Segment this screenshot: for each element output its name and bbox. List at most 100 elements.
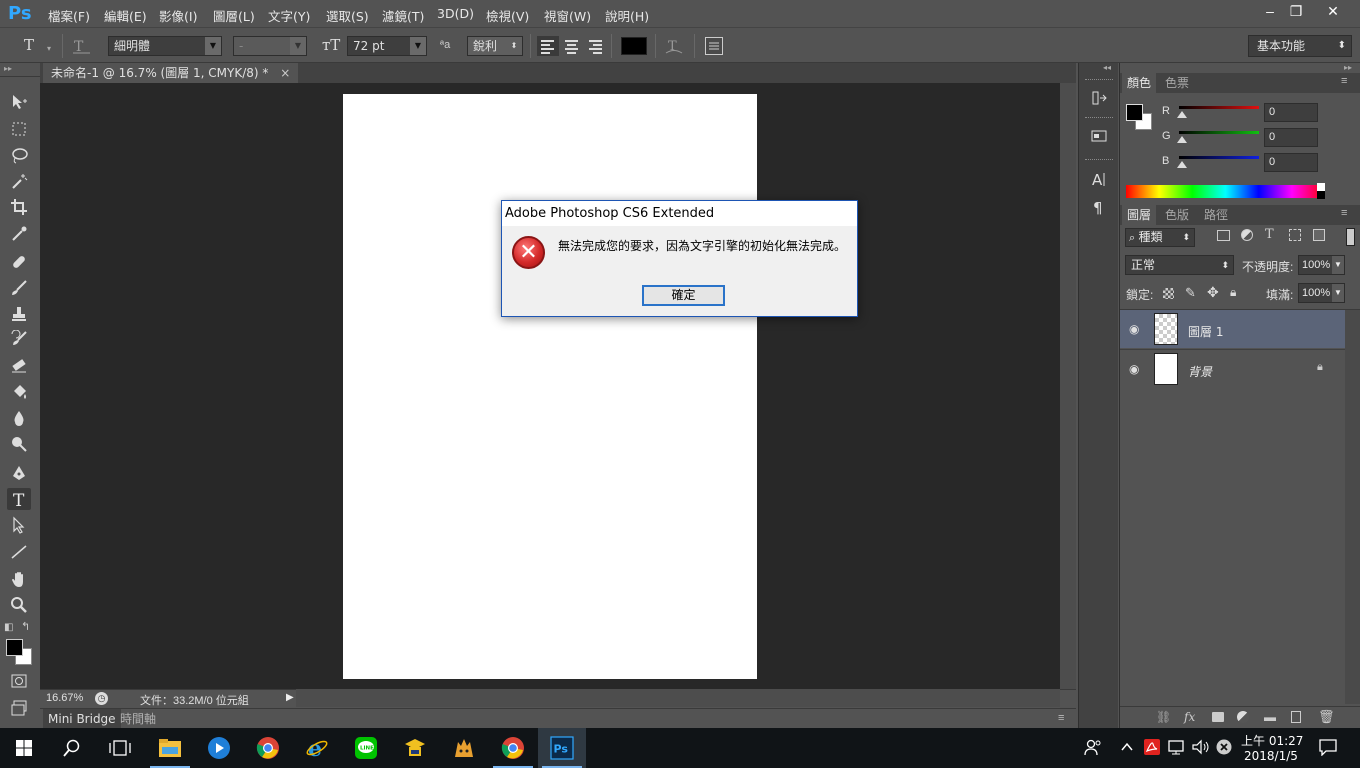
new-group-icon[interactable]: ▬ bbox=[1264, 710, 1276, 724]
people-icon[interactable] bbox=[1084, 738, 1102, 759]
panel-collapse-icon[interactable]: ▸▸ bbox=[1344, 63, 1352, 72]
spectrum-black-swatch[interactable] bbox=[1317, 191, 1325, 199]
menu-3d[interactable]: 3D(D) bbox=[437, 6, 474, 21]
horizontal-scrollbar[interactable] bbox=[296, 689, 1060, 707]
workspace-dropdown[interactable]: 基本功能 ⬍ bbox=[1248, 35, 1352, 57]
character-panel-icon[interactable] bbox=[705, 37, 723, 55]
dodge-tool-icon[interactable] bbox=[7, 433, 31, 455]
crop-tool-icon[interactable] bbox=[7, 196, 31, 218]
layer-name[interactable]: 背景 bbox=[1188, 363, 1212, 380]
history-panel-icon[interactable] bbox=[1087, 87, 1111, 109]
menu-edit[interactable]: 編輯(E) bbox=[104, 6, 147, 25]
screen-mode-icon[interactable] bbox=[7, 697, 31, 719]
clone-stamp-tool-icon[interactable] bbox=[7, 303, 31, 325]
paragraph-panel-icon[interactable]: ¶ bbox=[1087, 196, 1111, 218]
trash-icon[interactable]: 🗑︎ bbox=[1318, 709, 1335, 725]
layer-name[interactable]: 圖層 1 bbox=[1188, 323, 1223, 340]
blend-mode-dropdown[interactable]: 正常 ⬍ bbox=[1125, 255, 1234, 275]
menu-view[interactable]: 檢視(V) bbox=[486, 6, 529, 25]
tab-swatches[interactable]: 色票 bbox=[1160, 73, 1194, 93]
hand-tool-icon[interactable] bbox=[7, 568, 31, 590]
magic-wand-tool-icon[interactable] bbox=[7, 170, 31, 192]
spectrum-white-swatch[interactable] bbox=[1317, 183, 1325, 191]
menu-file[interactable]: 檔案(F) bbox=[48, 6, 90, 25]
lock-pixels-icon[interactable]: ✎ bbox=[1185, 285, 1196, 301]
brush-tool-icon[interactable] bbox=[7, 277, 31, 299]
zoom-level[interactable]: 16.67% bbox=[46, 692, 83, 704]
layer-style-icon[interactable]: fx bbox=[1184, 710, 1195, 724]
ok-button[interactable]: 確定 bbox=[642, 285, 725, 306]
opacity-field[interactable]: 100% ▼ bbox=[1298, 255, 1345, 275]
blue-slider-track[interactable] bbox=[1179, 156, 1259, 159]
move-tool-icon[interactable] bbox=[7, 91, 31, 113]
blue-value-field[interactable]: 0 bbox=[1264, 153, 1318, 172]
line-app-icon[interactable]: LINE bbox=[342, 728, 390, 768]
chrome-running-icon[interactable] bbox=[489, 728, 537, 768]
green-slider-knob[interactable] bbox=[1177, 136, 1187, 143]
layer-filter-dropdown[interactable]: ⌕ 種類 ⬍ bbox=[1125, 228, 1195, 247]
filter-shape-icon[interactable] bbox=[1289, 229, 1301, 241]
menu-select[interactable]: 選取(S) bbox=[326, 6, 369, 25]
color-spectrum-bar[interactable] bbox=[1126, 185, 1325, 198]
chevron-down-icon[interactable]: ▼ bbox=[1332, 284, 1344, 302]
align-center-button[interactable] bbox=[561, 36, 583, 56]
zoom-tool-icon[interactable] bbox=[7, 594, 31, 616]
quick-mask-icon[interactable] bbox=[7, 670, 31, 692]
menu-filter[interactable]: 濾鏡(T) bbox=[382, 6, 424, 25]
media-player-icon[interactable] bbox=[195, 728, 243, 768]
panel-menu-icon[interactable]: ≡ bbox=[1341, 207, 1347, 219]
dock-collapse-icon[interactable]: ◂◂ bbox=[1103, 63, 1111, 72]
status-menu-arrow-icon[interactable]: ▶ bbox=[286, 692, 294, 703]
show-hidden-icons-icon[interactable] bbox=[1120, 738, 1134, 759]
link-layers-icon[interactable]: ⛓ bbox=[1156, 710, 1171, 724]
tab-channels[interactable]: 色版 bbox=[1160, 205, 1194, 225]
add-mask-icon[interactable] bbox=[1212, 712, 1224, 722]
red-slider-track[interactable] bbox=[1179, 106, 1259, 109]
layers-scrollbar[interactable] bbox=[1345, 310, 1360, 704]
chevron-down-icon[interactable]: ▾ bbox=[47, 44, 51, 53]
chrome-icon[interactable] bbox=[244, 728, 292, 768]
path-selection-tool-icon[interactable] bbox=[7, 514, 31, 536]
align-left-button[interactable] bbox=[537, 36, 559, 56]
internet-explorer-icon[interactable]: e bbox=[293, 728, 341, 768]
file-explorer-icon[interactable] bbox=[146, 728, 194, 768]
panel-menu-icon[interactable]: ≡ bbox=[1058, 712, 1064, 724]
properties-panel-icon[interactable] bbox=[1087, 125, 1111, 147]
blur-tool-icon[interactable] bbox=[7, 407, 31, 429]
swap-colors-icon[interactable]: ↰ bbox=[21, 620, 30, 633]
align-right-button[interactable] bbox=[585, 36, 607, 56]
task-view-icon[interactable] bbox=[96, 728, 144, 768]
document-tab[interactable]: 未命名-1 @ 16.7% (圖層 1, CMYK/8) * × bbox=[43, 63, 299, 83]
warp-text-icon[interactable]: T bbox=[665, 36, 683, 56]
panel-menu-icon[interactable]: ≡ bbox=[1341, 75, 1347, 87]
eraser-tool-icon[interactable] bbox=[7, 354, 31, 376]
acrobat-tray-icon[interactable] bbox=[1143, 738, 1161, 759]
pen-tool-icon[interactable] bbox=[7, 462, 31, 484]
clock-time[interactable]: 上午 01:27 bbox=[1241, 732, 1303, 749]
red-value-field[interactable]: 0 bbox=[1264, 103, 1318, 122]
menu-type[interactable]: 文字(Y) bbox=[268, 6, 310, 25]
paint-bucket-tool-icon[interactable] bbox=[7, 381, 31, 403]
foreground-color-swatch[interactable] bbox=[6, 639, 23, 656]
history-brush-tool-icon[interactable] bbox=[7, 328, 31, 350]
dialog-titlebar[interactable]: Adobe Photoshop CS6 Extended bbox=[502, 201, 857, 226]
close-tab-icon[interactable]: × bbox=[280, 66, 290, 80]
canvas-area[interactable] bbox=[40, 83, 1060, 689]
tab-color[interactable]: 顏色 bbox=[1122, 73, 1157, 93]
line-tool-icon[interactable] bbox=[7, 540, 31, 562]
green-slider-track[interactable] bbox=[1179, 131, 1259, 134]
search-icon[interactable] bbox=[48, 728, 96, 768]
layer-row-background[interactable]: ◉ 背景 🔒︎ bbox=[1120, 349, 1345, 387]
fill-field[interactable]: 100% ▼ bbox=[1298, 283, 1345, 303]
font-size-dropdown[interactable]: 72 pt ▼ bbox=[347, 36, 427, 56]
visibility-eye-icon[interactable]: ◉ bbox=[1129, 322, 1139, 336]
color-panel-foreground-swatch[interactable] bbox=[1126, 104, 1143, 121]
lock-transparency-icon[interactable] bbox=[1163, 288, 1174, 299]
restore-button[interactable]: ❐ bbox=[1279, 0, 1313, 22]
vertical-scrollbar[interactable] bbox=[1060, 83, 1076, 689]
menu-layer[interactable]: 圖層(L) bbox=[213, 6, 255, 25]
action-center-icon[interactable] bbox=[1318, 738, 1338, 759]
healing-brush-tool-icon[interactable] bbox=[7, 251, 31, 273]
antialias-dropdown[interactable]: 銳利 ⬍ bbox=[467, 36, 523, 56]
visibility-eye-icon[interactable]: ◉ bbox=[1129, 362, 1139, 376]
